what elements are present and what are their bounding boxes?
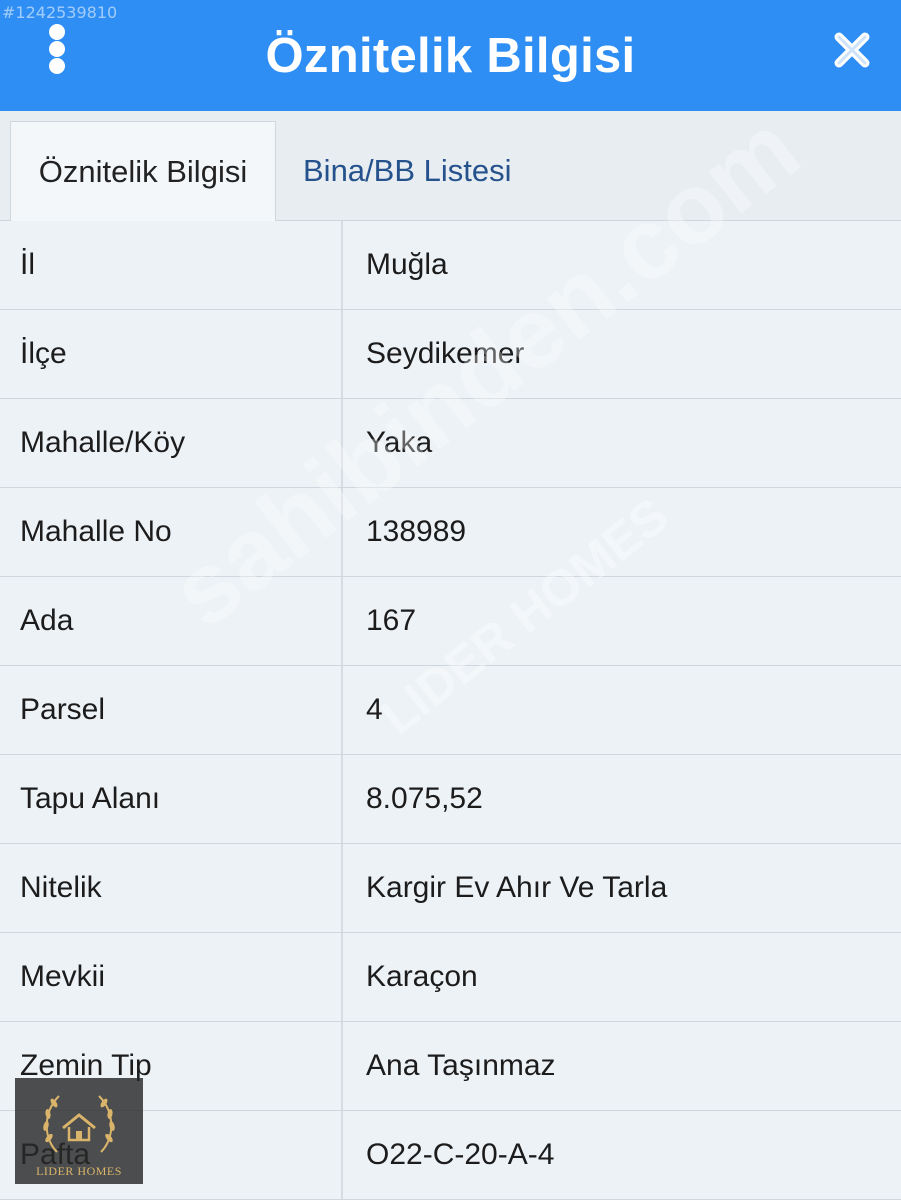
row-label: Mahalle No <box>0 488 343 576</box>
row-value: 4 <box>366 693 383 726</box>
row-label: Tapu Alanı <box>0 755 343 843</box>
row-value: 167 <box>366 604 417 637</box>
row-value: Karaçon <box>366 960 478 993</box>
row-value: 138989 <box>366 515 467 548</box>
row-value: 8.075,52 <box>366 782 483 815</box>
table-row: Mevkii Karaçon <box>0 933 901 1022</box>
tab-oznitelik-bilgisi[interactable]: Öznitelik Bilgisi <box>10 121 276 222</box>
image-id-watermark: #1242539810 <box>2 3 118 22</box>
row-label: Parsel <box>0 666 343 754</box>
table-row: Nitelik Kargir Ev Ahır Ve Tarla <box>0 844 901 933</box>
row-value: Yaka <box>366 426 433 459</box>
row-value: Seydikemer <box>366 337 525 370</box>
dialog-title: Öznitelik Bilgisi <box>265 29 636 83</box>
row-value: Ana Taşınmaz <box>366 1049 556 1082</box>
tab-bar: Öznitelik Bilgisi Bina/BB Listesi <box>0 111 901 222</box>
row-value: Muğla <box>366 248 448 281</box>
row-label: Zemin Tip <box>0 1022 343 1110</box>
dialog-header: Öznitelik Bilgisi <box>0 0 901 112</box>
row-label: İl <box>0 221 343 309</box>
table-row: Zemin Tip Ana Taşınmaz <box>0 1022 901 1111</box>
close-icon[interactable] <box>832 30 872 70</box>
row-value: Kargir Ev Ahır Ve Tarla <box>366 871 668 904</box>
table-row: İlçe Seydikemer <box>0 310 901 399</box>
table-row: Pafta O22-C-20-A-4 <box>0 1111 901 1200</box>
row-label: Mahalle/Köy <box>0 399 343 487</box>
row-label: Pafta <box>0 1111 343 1199</box>
row-value: O22-C-20-A-4 <box>366 1138 555 1171</box>
table-row: Parsel 4 <box>0 666 901 755</box>
table-row: Mahalle/Köy Yaka <box>0 399 901 488</box>
tab-bina-bb-listesi[interactable]: Bina/BB Listesi <box>303 121 512 220</box>
table-row: Mahalle No 138989 <box>0 488 901 577</box>
table-row: Ada 167 <box>0 577 901 666</box>
row-label: Mevkii <box>0 933 343 1021</box>
table-row: İl Muğla <box>0 221 901 310</box>
row-label: İlçe <box>0 310 343 398</box>
row-label: Ada <box>0 577 343 665</box>
row-label: Nitelik <box>0 844 343 932</box>
table-row: Tapu Alanı 8.075,52 <box>0 755 901 844</box>
attribute-table: İl Muğla İlçe Seydikemer Mahalle/Köy Yak… <box>0 221 901 1200</box>
